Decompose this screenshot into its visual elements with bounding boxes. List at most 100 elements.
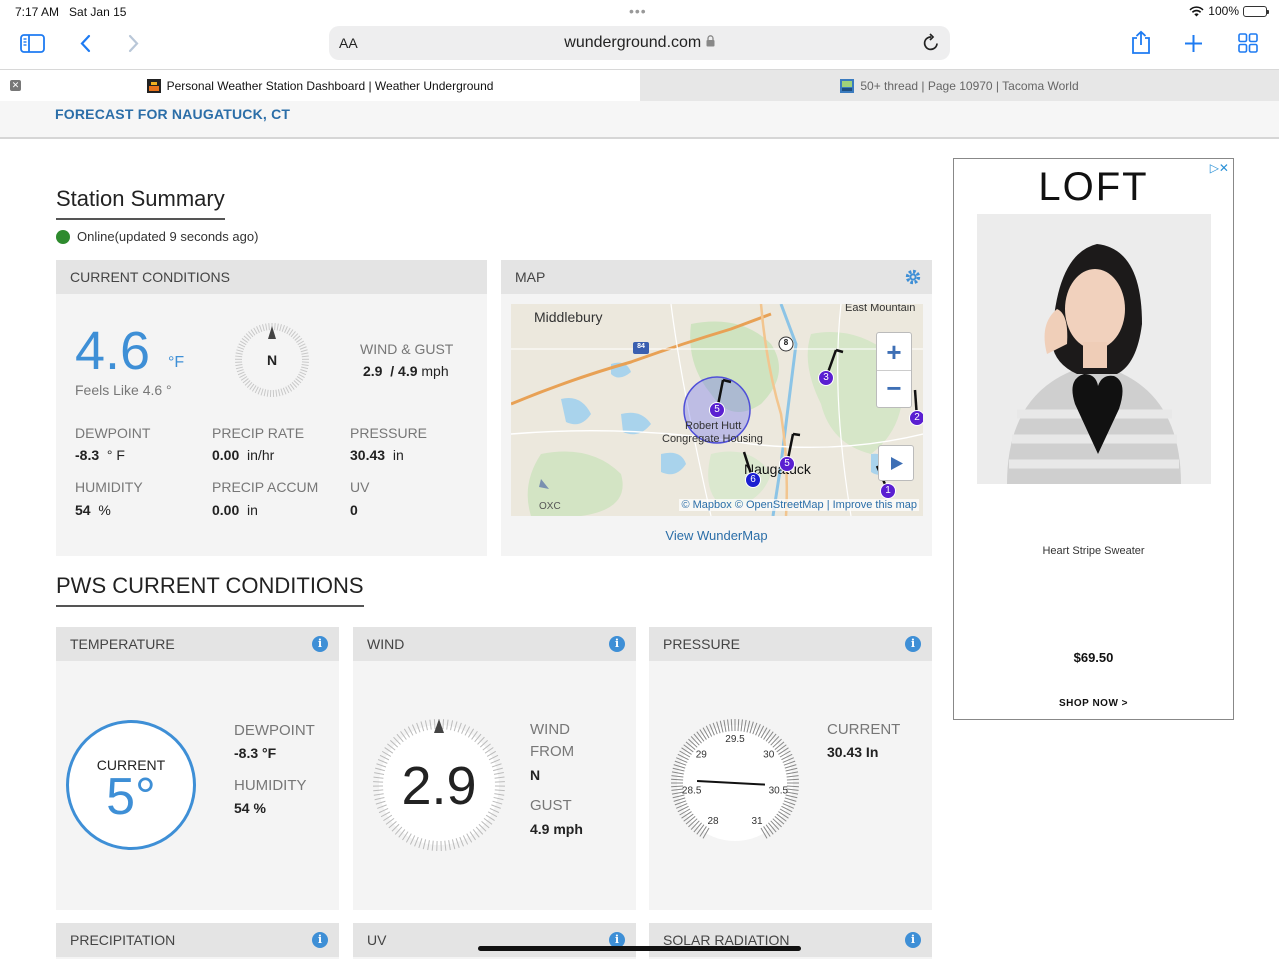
station-marker[interactable]: 1	[880, 483, 896, 499]
status-right: 100%	[1189, 4, 1269, 18]
battery-icon	[1243, 5, 1269, 17]
map-route-8: 8	[783, 338, 789, 347]
online-status: Online(updated 9 seconds ago)	[56, 229, 258, 244]
solar-radiation-header: SOLAR RADIATION i	[649, 923, 932, 957]
sidebar-icon[interactable]	[20, 34, 45, 53]
map-route-84: 84	[637, 343, 645, 350]
pressure-gauge-label: 28	[707, 816, 719, 827]
ad-brand-logo: LOFT	[1038, 165, 1149, 209]
status-bar: 7:17 AM Sat Jan 15 ••• 100%	[0, 0, 1279, 22]
map-play-button[interactable]	[878, 445, 914, 481]
map-panel: MAP Middlebury East Mountain Robert Hutt…	[501, 260, 932, 556]
zoom-out-button[interactable]: −	[877, 371, 911, 407]
wind-header: WIND i	[353, 627, 636, 661]
pressure-gauge-label: 30.5	[769, 786, 789, 797]
tab-close-icon[interactable]: ✕	[10, 80, 21, 91]
pressure-header: PRESSURE i	[649, 627, 932, 661]
map-label-robert-hutt: Robert Hutt	[685, 420, 742, 432]
url-text: wunderground.com	[329, 34, 950, 52]
uv-label: UV	[350, 479, 370, 495]
pws-heading: PWS CURRENT CONDITIONS	[56, 573, 364, 607]
pressure-gauge-label: 28.5	[682, 786, 702, 797]
uv-header: UV i	[353, 923, 636, 957]
address-bar[interactable]: AA wunderground.com	[329, 26, 950, 60]
current-conditions-header: CURRENT CONDITIONS	[56, 260, 487, 294]
map-label-congregate: Congregate Housing	[662, 433, 763, 445]
tab-tacoma-world[interactable]: 50+ thread | Page 10970 | Tacoma World	[640, 70, 1279, 101]
multitasking-dots-icon[interactable]: •••	[629, 3, 647, 19]
forward-icon[interactable]	[128, 34, 140, 53]
browser-toolbar: AA wunderground.com	[0, 22, 1279, 68]
tacoma-favicon-icon	[840, 78, 855, 93]
info-icon[interactable]: i	[905, 932, 921, 948]
temperature-header: TEMPERATURE i	[56, 627, 339, 661]
precip-accum-label: PRECIP ACCUM	[212, 479, 319, 495]
station-marker[interactable]: 5	[779, 456, 795, 472]
pressure-panel: PRESSURE i 28 28.5 29 29.5 30 30.5 31 CURRENT 3…	[649, 627, 932, 910]
map-attribution[interactable]: © Mapbox © OpenStreetMap | Improve this …	[679, 499, 919, 511]
map-label-middlebury: Middlebury	[534, 309, 603, 325]
ad-product-image[interactable]	[977, 214, 1211, 484]
station-summary-heading: Station Summary	[56, 186, 225, 220]
info-icon[interactable]: i	[312, 636, 328, 652]
gear-icon[interactable]	[904, 268, 922, 286]
tab-title: 50+ thread | Page 10970 | Tacoma World	[860, 78, 1079, 93]
tab-weather-underground[interactable]: ✕ Personal Weather Station Dashboard | W…	[0, 70, 640, 101]
ad-price: $69.50	[1073, 650, 1114, 665]
ad-shop-now-button[interactable]: SHOP NOW >	[954, 698, 1233, 709]
map-zoom-control: + −	[876, 332, 912, 408]
model-sweater-image	[977, 214, 1211, 484]
precip-rate-label: PRECIP RATE	[212, 425, 305, 441]
info-icon[interactable]: i	[905, 636, 921, 652]
share-icon[interactable]	[1130, 30, 1152, 55]
pressure-value: 30.43 in	[350, 447, 404, 463]
humidity-label: HUMIDITY	[75, 479, 143, 495]
feels-like: Feels Like 4.6 °	[75, 382, 172, 398]
battery-percent: 100%	[1208, 4, 1239, 18]
wind-gust-value: 2.9 / 4.9 mph	[363, 363, 449, 379]
new-tab-icon[interactable]	[1184, 34, 1203, 53]
view-wundermap-link[interactable]: View WunderMap	[501, 528, 932, 543]
wind-speed-value: 2.9	[401, 756, 477, 816]
pws-humidity-label: HUMIDITY	[234, 777, 307, 794]
humidity-value: 54 %	[75, 502, 111, 518]
dewpoint-label: DEWPOINT	[75, 425, 151, 441]
loft-ad[interactable]: ▷✕ LOFT Heart Stripe Sweater $69.50 SHOP…	[953, 158, 1234, 720]
info-icon[interactable]: i	[609, 636, 625, 652]
dewpoint-value: -8.3 ° F	[75, 447, 125, 463]
precipitation-panel: PRECIPITATION i	[56, 923, 339, 959]
station-marker[interactable]: 3	[818, 370, 834, 386]
forecast-bar: FORECAST FOR NAUGATUCK, CT	[0, 101, 1279, 139]
station-marker[interactable]: 2	[909, 410, 923, 426]
wind-from-label-2: FROM	[530, 743, 575, 760]
tab-overview-icon[interactable]	[1238, 33, 1258, 53]
station-marker[interactable]: 5	[709, 402, 725, 418]
home-indicator[interactable]	[478, 946, 801, 951]
station-marker[interactable]: 6	[745, 472, 761, 488]
wind-from-value: N	[530, 767, 541, 783]
tab-bar: ✕ Personal Weather Station Dashboard | W…	[0, 69, 1279, 101]
pressure-gauge-label: 31	[751, 816, 763, 827]
precip-rate-value: 0.00 in/hr	[212, 447, 275, 463]
reload-icon[interactable]	[922, 33, 940, 52]
map-label-east-mountain: East Mountain	[845, 304, 916, 314]
pws-dewpoint-value: -8.3 °F	[234, 745, 277, 761]
wu-favicon-icon	[146, 78, 161, 93]
current-conditions-panel: CURRENT CONDITIONS 4.6 °F Feels Like 4.6…	[56, 260, 487, 556]
zoom-in-button[interactable]: +	[877, 333, 911, 371]
map-canvas[interactable]: Middlebury East Mountain Robert Hutt Con…	[511, 304, 923, 516]
info-icon[interactable]: i	[312, 932, 328, 948]
play-icon	[891, 457, 903, 470]
lock-icon	[706, 35, 715, 47]
precip-accum-value: 0.00 in	[212, 502, 258, 518]
uv-panel: UV i	[353, 923, 636, 959]
tab-title: Personal Weather Station Dashboard | Wea…	[166, 78, 494, 93]
forecast-link[interactable]: FORECAST FOR NAUGATUCK, CT	[55, 106, 290, 122]
wind-panel: WIND i 2.9 WIND FROM N GUST 4.9 mph	[353, 627, 636, 910]
uv-value: 0	[350, 502, 358, 518]
wind-from-label-1: WIND	[530, 721, 570, 738]
status-time: 7:17 AM Sat Jan 15	[15, 5, 127, 19]
wind-gust-label: WIND & GUST	[360, 341, 454, 357]
online-text: Online(updated 9 seconds ago)	[77, 229, 259, 244]
back-icon[interactable]	[79, 34, 91, 53]
